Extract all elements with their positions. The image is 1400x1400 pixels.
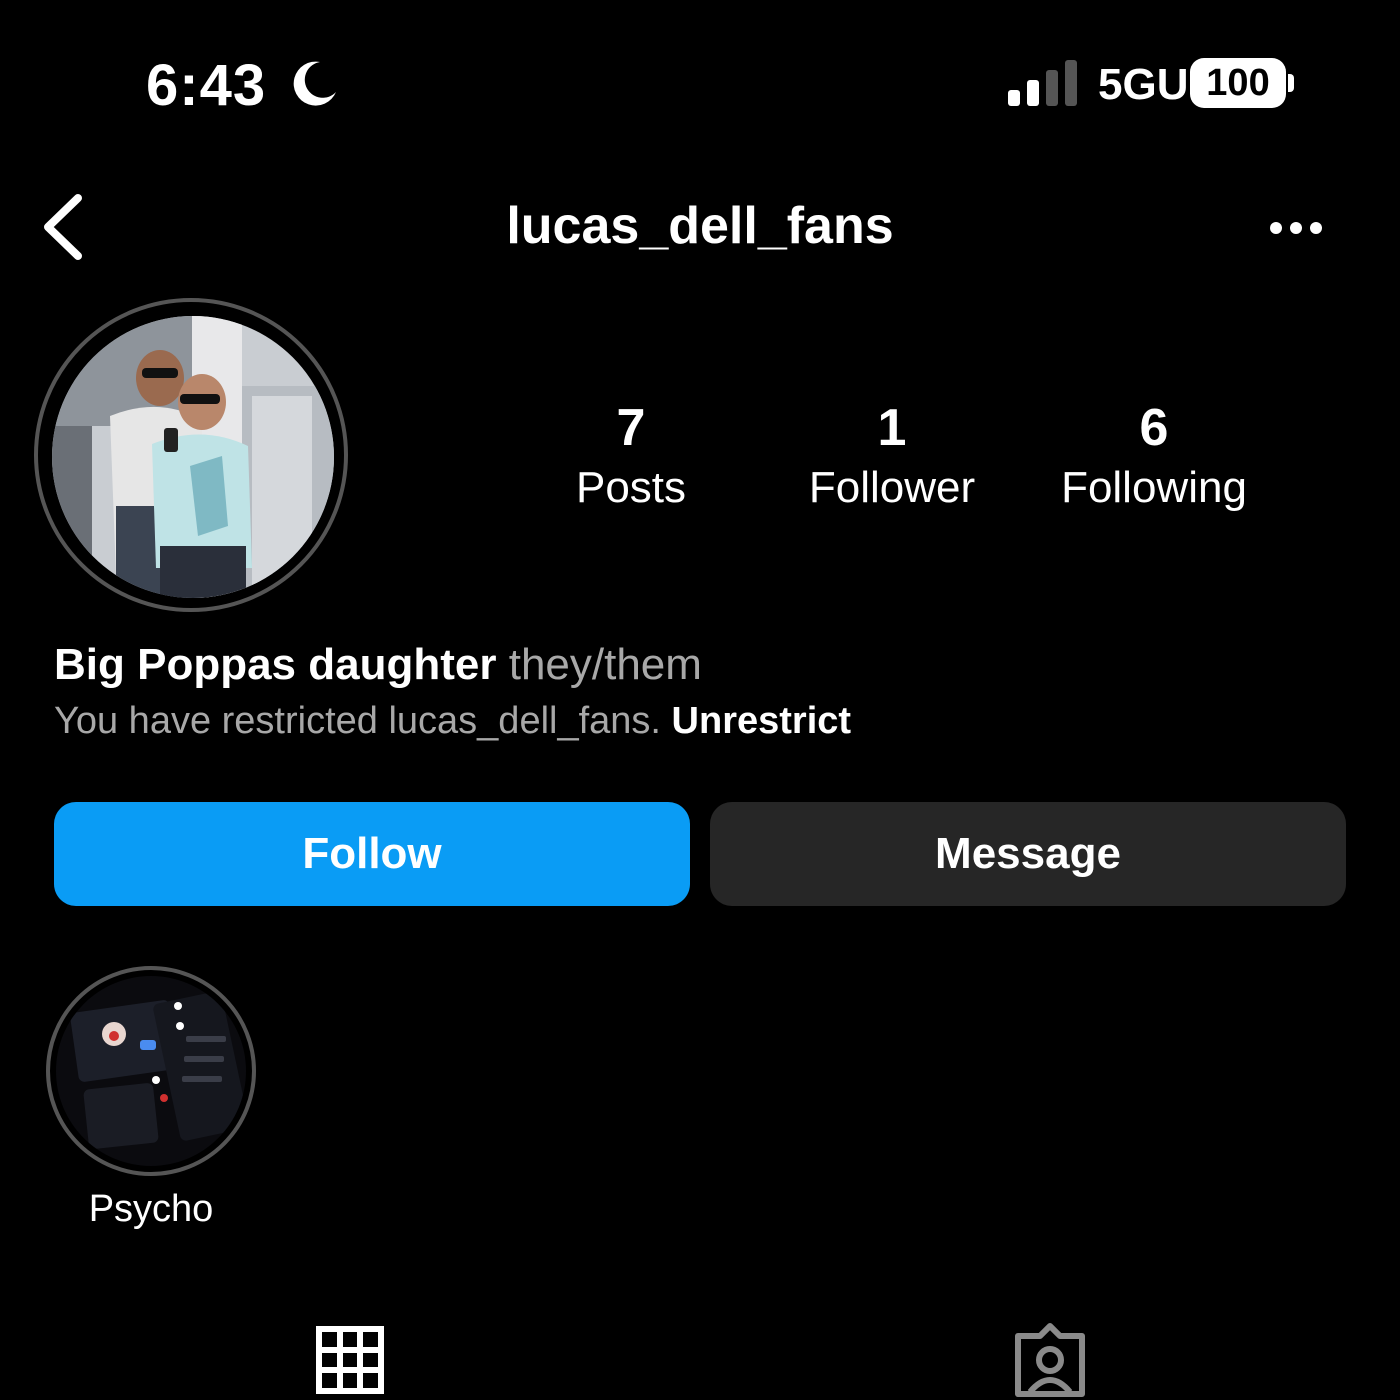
- battery-nub: [1288, 74, 1294, 92]
- bio-display-name: Big Poppas daughter they/them: [54, 640, 702, 690]
- restrict-text: You have restricted lucas_dell_fans.: [54, 700, 661, 742]
- stat-followers[interactable]: 1 Follower: [762, 396, 1022, 516]
- highlight-psycho[interactable]: [56, 976, 246, 1166]
- moon-icon: [293, 61, 336, 106]
- signal-icon: [1008, 60, 1077, 106]
- stat-followers-count: 1: [877, 399, 907, 457]
- message-button[interactable]: Message: [710, 802, 1346, 906]
- stat-posts-label: Posts: [575, 463, 687, 512]
- stat-following-label: Following: [1061, 463, 1247, 512]
- stat-followers-label: Follower: [808, 463, 976, 512]
- display-name: Big Poppas daughter: [54, 640, 497, 689]
- tagged-icon[interactable]: [1012, 1322, 1088, 1398]
- grid-icon[interactable]: [316, 1326, 384, 1394]
- stat-following-count: 6: [1139, 399, 1169, 457]
- highlight-label: Psycho: [88, 1188, 214, 1230]
- battery-icon: 100: [1190, 58, 1286, 108]
- avatar[interactable]: [52, 316, 334, 598]
- profile-username: lucas_dell_fans: [506, 197, 894, 255]
- status-time: 6:43: [146, 53, 267, 118]
- unrestrict-link[interactable]: Unrestrict: [672, 700, 852, 742]
- stat-posts[interactable]: 7 Posts: [501, 396, 761, 516]
- follow-button[interactable]: Follow: [54, 802, 690, 906]
- more-options-icon[interactable]: [1268, 212, 1324, 244]
- pronouns: they/them: [508, 640, 702, 689]
- stat-posts-count: 7: [616, 399, 646, 457]
- stat-following[interactable]: 6 Following: [1024, 396, 1284, 516]
- restrict-notice: You have restricted lucas_dell_fans. Unr…: [54, 700, 851, 743]
